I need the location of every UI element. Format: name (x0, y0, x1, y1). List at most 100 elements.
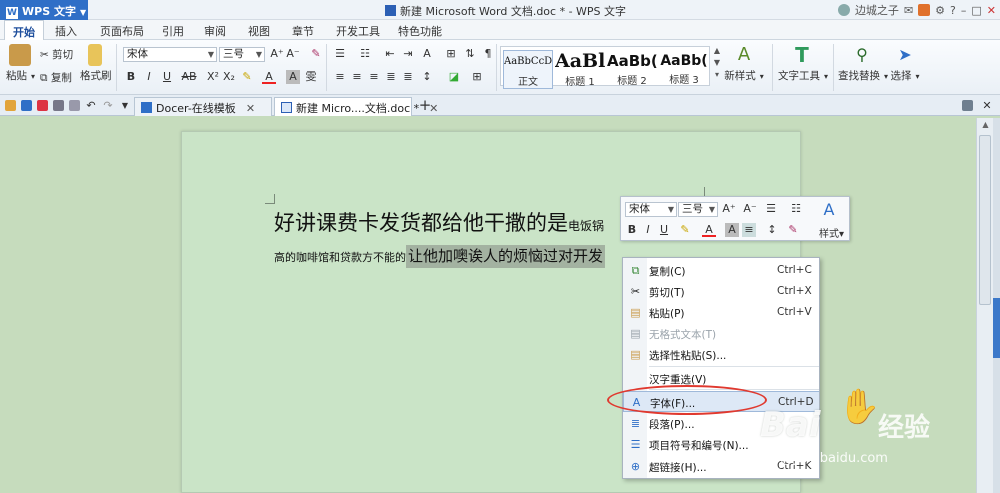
tab-current-document[interactable]: 新建 Micro....文档.doc * ✕ (274, 97, 438, 116)
maximize-icon[interactable]: □ (971, 4, 981, 17)
open-icon[interactable] (5, 100, 16, 111)
menu-item-cut[interactable]: ✂ 剪切(T) Ctrl+X (623, 281, 819, 302)
mail-icon[interactable]: ✉ (904, 4, 913, 17)
clear-format-icon[interactable]: ✎ (309, 47, 323, 61)
new-tab-icon[interactable]: + (418, 98, 432, 113)
document-line-1[interactable]: 好讲课费卡发货都给他干撒的是电饭锅 (274, 207, 604, 237)
tab-special[interactable]: 特色功能 (398, 23, 442, 39)
borders-icon[interactable]: ⊞ (470, 70, 484, 84)
pdf-icon[interactable] (37, 100, 48, 111)
styles-icon[interactable]: A (822, 202, 836, 218)
strikethrough-icon[interactable]: AB (178, 70, 200, 84)
tab-home[interactable]: 开始 (4, 20, 44, 41)
highlight-icon[interactable]: ✎ (678, 223, 692, 237)
show-marks-icon[interactable]: ⊞ (444, 47, 458, 61)
font-name-select[interactable]: 宋体 ▼ (123, 47, 217, 62)
pane-restore-icon[interactable] (962, 100, 973, 111)
justify-icon[interactable]: ≣ (384, 70, 398, 84)
char-shading-icon[interactable]: A (725, 223, 739, 237)
shrink-font-icon[interactable]: A⁻ (743, 202, 757, 216)
styles-button[interactable]: 样式▾ (819, 225, 844, 240)
scroll-thumb[interactable] (979, 135, 991, 305)
style-gallery-scroll[interactable]: ▲ ▼ ▾ (712, 45, 722, 85)
help-icon[interactable]: ? (950, 4, 956, 17)
distribute-icon[interactable]: ≣ (401, 70, 415, 84)
tab-developer[interactable]: 开发工具 (336, 23, 380, 39)
tab-section[interactable]: 章节 (292, 23, 314, 39)
underline-icon[interactable]: U (160, 70, 174, 84)
text-tools-button[interactable]: T 文字工具 ▾ (778, 44, 828, 83)
app-menu-button[interactable]: W WPS 文字 ▼ (0, 0, 88, 20)
chinese-layout-icon[interactable]: A (420, 47, 434, 61)
char-shading-icon[interactable]: A (286, 70, 300, 84)
bullets-icon[interactable]: ☰ (764, 202, 778, 216)
paragraph-mark-icon[interactable]: ¶ (481, 47, 495, 61)
decrease-indent-icon[interactable]: ⇤ (383, 47, 397, 61)
tab-review[interactable]: 审阅 (204, 23, 226, 39)
close-icon[interactable]: ✕ (246, 102, 255, 115)
line-spacing-icon[interactable]: ↕ (765, 223, 779, 237)
tab-references[interactable]: 引用 (162, 23, 184, 39)
paste-button[interactable]: 粘贴 ▾ (6, 44, 35, 83)
bold-icon[interactable]: B (124, 70, 138, 84)
style-heading-1[interactable]: AaBl 标题 1 (555, 50, 605, 88)
new-style-button[interactable]: A 新样式 ▾ (724, 44, 764, 83)
numbering-icon[interactable]: ☷ (358, 47, 372, 61)
numbering-icon[interactable]: ☷ (789, 202, 803, 216)
style-normal[interactable]: AaBbCcDd 正文 (503, 50, 553, 89)
tab-page-layout[interactable]: 页面布局 (100, 23, 144, 39)
italic-icon[interactable]: I (641, 223, 655, 237)
side-panel-toggle[interactable] (993, 298, 1000, 358)
sort-icon[interactable]: ⇅ (463, 47, 477, 61)
mini-font-size-select[interactable]: 三号 ▼ (678, 202, 718, 217)
find-replace-button[interactable]: ⚲ 查找替换 ▾ (838, 44, 888, 83)
underline-icon[interactable]: U (657, 223, 671, 237)
avatar[interactable] (837, 4, 850, 16)
select-button[interactable]: ➤ 选择 ▾ (890, 44, 920, 83)
scroll-up-icon[interactable]: ▲ (977, 120, 994, 129)
chevron-down-icon[interactable]: ▼ (118, 99, 132, 113)
close-icon[interactable]: ✕ (987, 4, 996, 17)
style-heading-2[interactable]: AaBb( 标题 2 (607, 50, 657, 87)
increase-indent-icon[interactable]: ⇥ (401, 47, 415, 61)
print-icon[interactable] (53, 100, 64, 111)
format-painter-icon[interactable]: ✎ (786, 223, 800, 237)
phonetic-icon[interactable]: 雯 (304, 70, 318, 84)
minimize-icon[interactable]: – (961, 4, 967, 17)
line-spacing-icon[interactable]: ↕ (420, 70, 434, 84)
mini-font-name-select[interactable]: 宋体 ▼ (625, 202, 677, 217)
menu-item-paste-special[interactable]: ▤ 选择性粘贴(S)... (623, 344, 819, 365)
align-center-icon[interactable]: ≡ (350, 70, 364, 84)
style-heading-3[interactable]: AaBb( 标题 3 (659, 50, 709, 86)
subscript-icon[interactable]: X₂ (222, 70, 236, 84)
redo-icon[interactable]: ↷ (101, 99, 115, 113)
grow-font-icon[interactable]: A⁺ (722, 202, 736, 216)
bold-icon[interactable]: B (625, 223, 639, 237)
tab-view[interactable]: 视图 (248, 23, 270, 39)
settings-icon[interactable]: ⚙ (935, 4, 945, 17)
tab-insert[interactable]: 插入 (55, 23, 77, 39)
italic-icon[interactable]: I (142, 70, 156, 84)
font-color-icon[interactable]: A (702, 223, 716, 237)
grow-font-icon[interactable]: A⁺ (270, 47, 284, 61)
selected-text[interactable]: 让他加噢诶人的烦恼过对开发 (406, 245, 606, 268)
align-right-icon[interactable]: ≡ (367, 70, 381, 84)
user-name[interactable]: 边城之子 (855, 2, 899, 18)
undo-icon[interactable]: ↶ (84, 99, 98, 113)
superscript-icon[interactable]: X² (206, 70, 220, 84)
copy-button[interactable]: ⧉ 复制 (40, 70, 72, 85)
menu-item-paste[interactable]: ▤ 粘贴(P) Ctrl+V (623, 302, 819, 323)
align-left-icon[interactable]: ≡ (333, 70, 347, 84)
document-line-2[interactable]: 高的咖啡馆和贷款方不能的 让他加噢诶人的烦恼过对开发 (274, 245, 606, 268)
shading-icon[interactable]: ◪ (447, 70, 461, 84)
cut-button[interactable]: ✂ 剪切 (40, 47, 73, 62)
shrink-font-icon[interactable]: A⁻ (286, 47, 300, 61)
font-size-select[interactable]: 三号 ▼ (219, 47, 265, 62)
highlight-icon[interactable]: ✎ (240, 70, 254, 84)
format-painter-button[interactable]: 格式刷 (80, 44, 112, 83)
save-icon[interactable] (21, 100, 32, 111)
tab-docer-templates[interactable]: Docer-在线模板 ✕ (134, 97, 272, 116)
bullets-icon[interactable]: ☰ (333, 47, 347, 61)
tab-close-icon[interactable]: ✕ (980, 99, 994, 113)
font-color-icon[interactable]: A (262, 70, 276, 84)
